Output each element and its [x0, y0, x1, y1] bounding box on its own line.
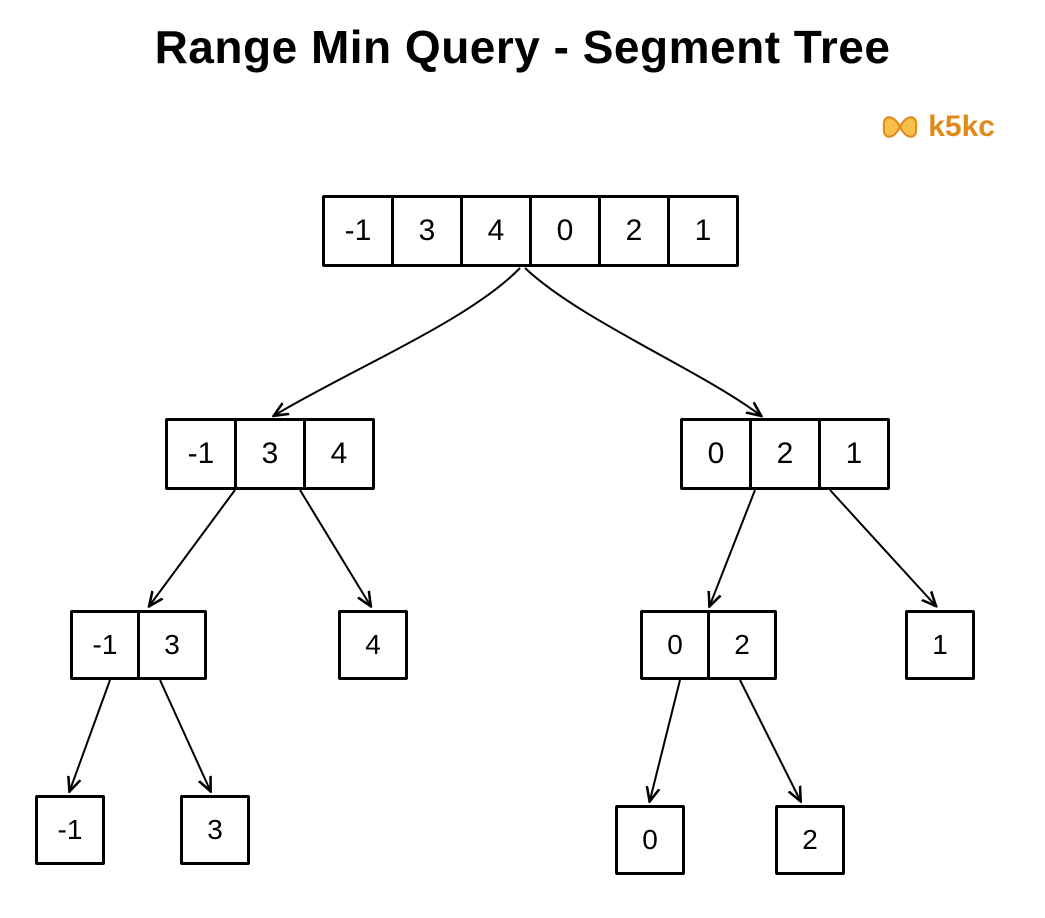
cell: 2 [778, 808, 842, 872]
cell: 4 [306, 421, 372, 487]
page-title: Range Min Query - Segment Tree [0, 20, 1045, 74]
node-llr: 3 [180, 795, 250, 865]
butterfly-icon [880, 112, 920, 142]
brand-logo: k5kc [880, 110, 995, 144]
cell: 3 [140, 613, 204, 677]
cell: 3 [237, 421, 306, 487]
cell: 1 [908, 613, 972, 677]
cell: 2 [601, 198, 670, 264]
node-root: -1 3 4 0 2 1 [322, 195, 739, 267]
cell: 2 [752, 421, 821, 487]
cell: 1 [821, 421, 887, 487]
node-left: -1 3 4 [165, 418, 375, 490]
cell: 1 [670, 198, 736, 264]
cell: 3 [183, 798, 247, 862]
cell: 4 [463, 198, 532, 264]
diagram-canvas: Range Min Query - Segment Tree k5kc [0, 0, 1045, 918]
cell: 4 [341, 613, 405, 677]
node-rr: 1 [905, 610, 975, 680]
node-right: 0 2 1 [680, 418, 890, 490]
cell: -1 [325, 198, 394, 264]
cell: 3 [394, 198, 463, 264]
node-rlr: 2 [775, 805, 845, 875]
cell: 2 [710, 613, 774, 677]
cell: 0 [643, 613, 710, 677]
cell: -1 [38, 798, 102, 862]
cell: -1 [168, 421, 237, 487]
node-lll: -1 [35, 795, 105, 865]
node-lr: 4 [338, 610, 408, 680]
cell: 0 [532, 198, 601, 264]
cell: 0 [618, 808, 682, 872]
brand-text: k5kc [928, 110, 995, 144]
node-rl: 0 2 [640, 610, 777, 680]
cell: 0 [683, 421, 752, 487]
node-ll: -1 3 [70, 610, 207, 680]
cell: -1 [73, 613, 140, 677]
node-rll: 0 [615, 805, 685, 875]
